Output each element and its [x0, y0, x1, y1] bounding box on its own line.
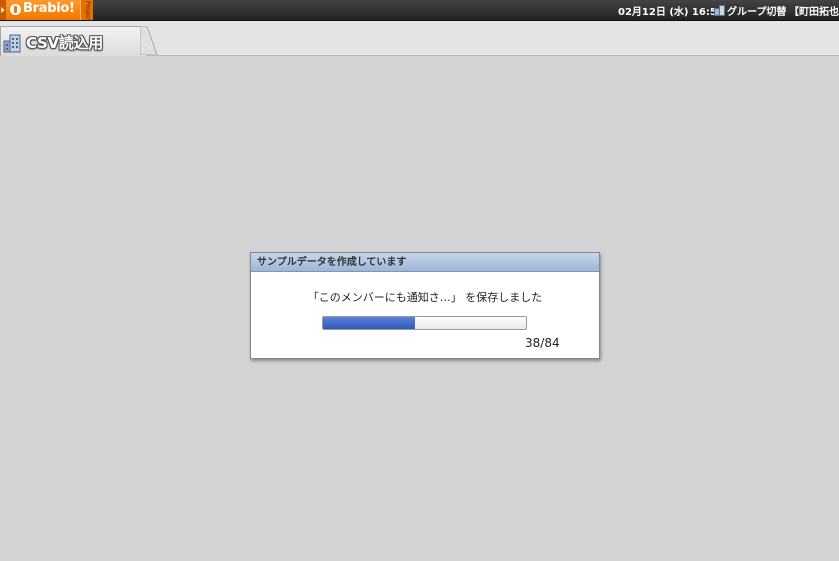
progress-dialog: サンプルデータを作成しています 「このメンバーにも通知さ…」 を保存しました 3… [250, 252, 600, 359]
dialog-title: サンプルデータを作成しています [251, 253, 599, 272]
group-switch-label: グループ切替 [727, 7, 787, 18]
logo-side-text: Project [84, 1, 91, 22]
current-datetime: 02月12日 (水) 16:59 [618, 7, 724, 18]
top-bar: Brabio! Project 02月12日 (水) 16:59 グループ切替 … [0, 0, 839, 22]
tab-edge [140, 26, 158, 55]
logo-side-strip: Project [80, 0, 93, 22]
user-name-link[interactable]: 【町田拓也】 [789, 3, 839, 18]
tab-label: CSV読込用 [26, 34, 103, 52]
menu-arrow-icon[interactable] [0, 0, 6, 20]
building-icon [714, 5, 725, 16]
logo-text: Brabio! [23, 1, 75, 16]
tab-strip: CSV読込用 [0, 21, 839, 56]
building-icon [3, 34, 21, 53]
brabio-logo[interactable]: Brabio! Project [0, 0, 93, 22]
tab-csv-import[interactable]: CSV読込用 [0, 26, 148, 56]
progress-count: 38/84 [525, 336, 560, 350]
progress-bar-fill [323, 317, 415, 329]
progress-bar [322, 316, 527, 330]
group-switch-link[interactable]: グループ切替 [714, 3, 786, 18]
logo-mark-icon [10, 4, 21, 15]
progress-message: 「このメンバーにも通知さ…」 を保存しました [307, 291, 543, 304]
